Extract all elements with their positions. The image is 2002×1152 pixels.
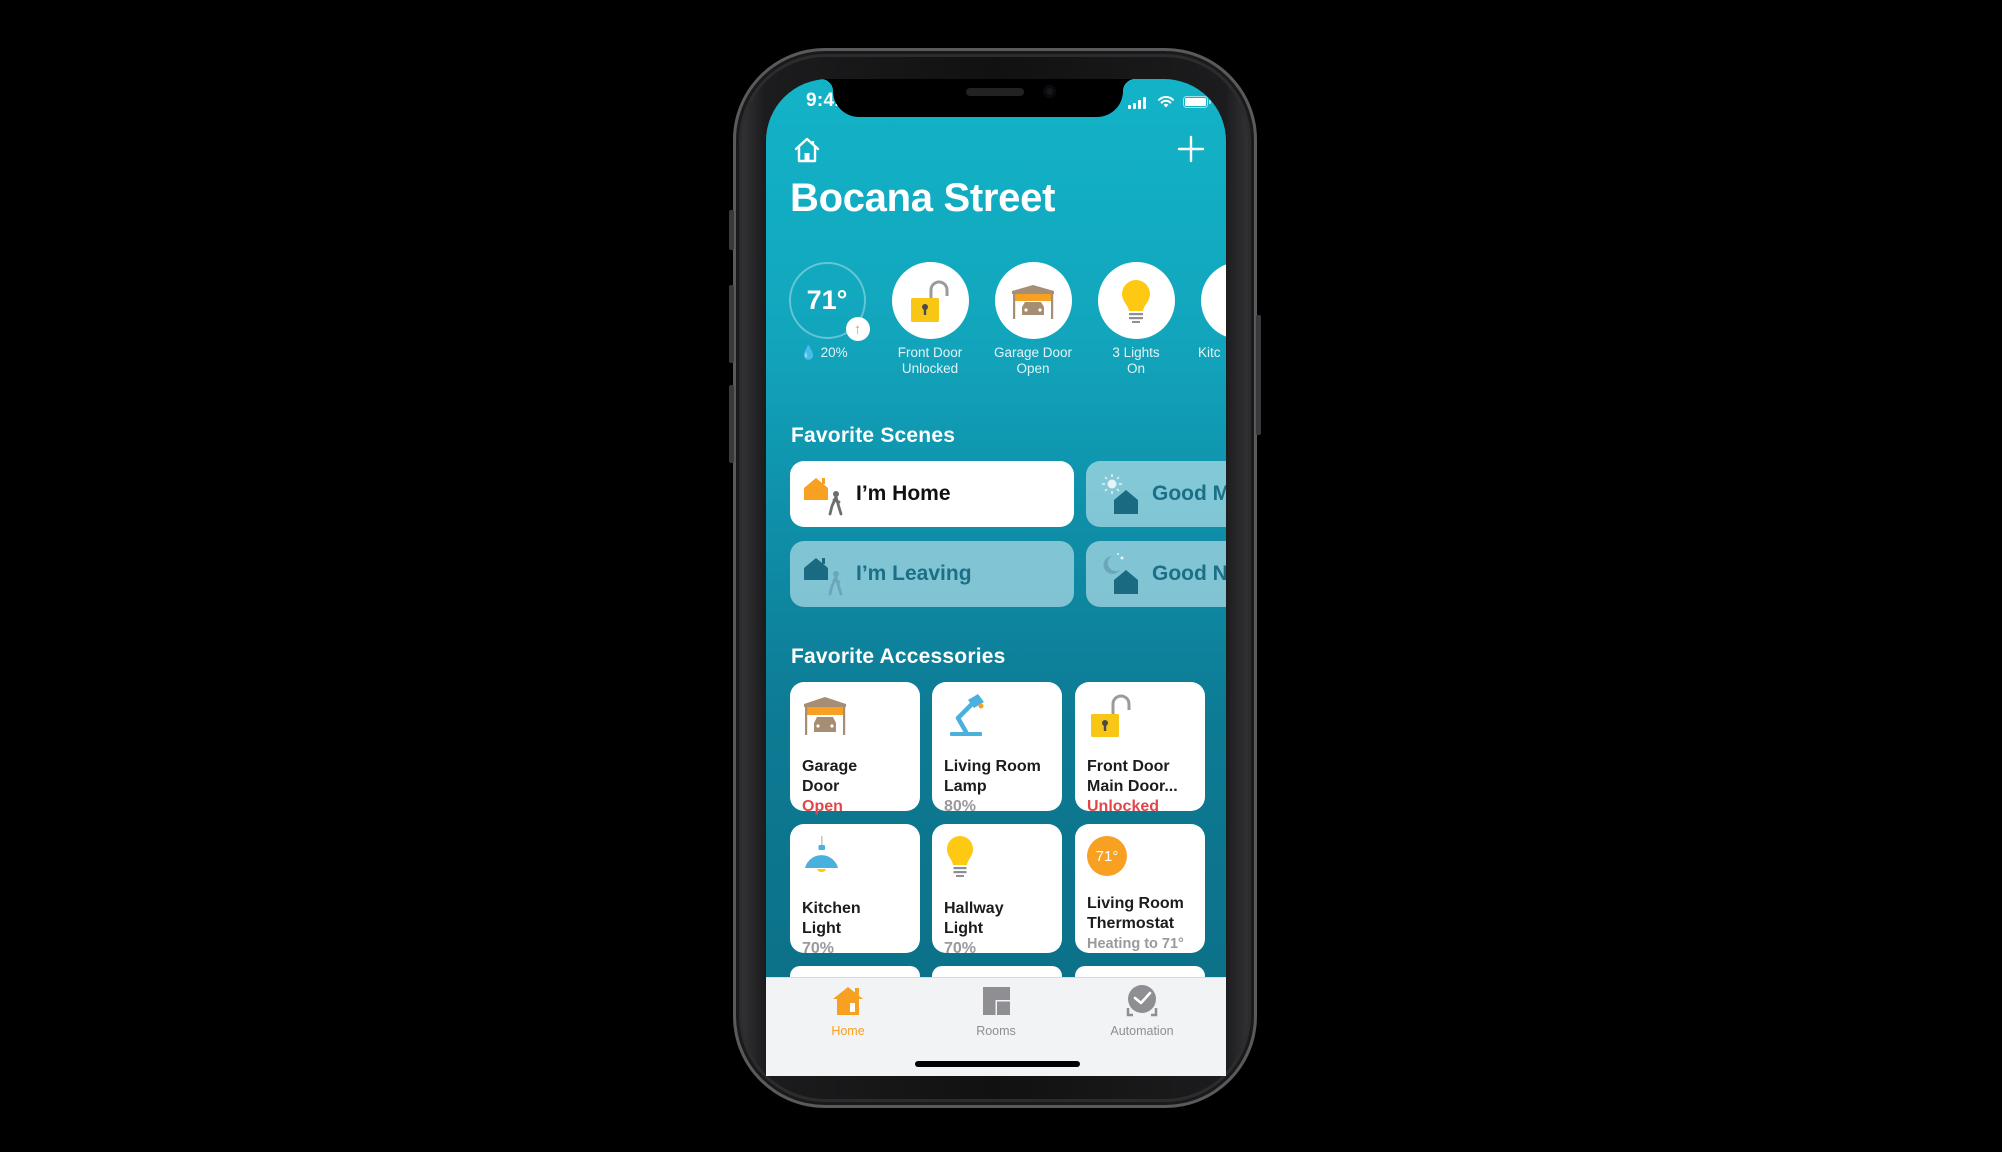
accessory-name: Living Room: [1087, 895, 1184, 912]
accessory-state: 70%: [944, 940, 977, 957]
lights-state: On: [1126, 361, 1145, 376]
accessory-living-room-lamp[interactable]: Living Room Lamp 80%: [932, 682, 1062, 815]
thermostat-temperature: 71°: [806, 285, 848, 315]
pendant-light-icon: [805, 836, 838, 873]
accessory-name: Main Door...: [1087, 778, 1178, 795]
earpiece-speaker: [966, 88, 1024, 96]
lightbulb-icon: [1122, 279, 1150, 323]
front-camera: [1043, 85, 1056, 98]
thermostat-ring: 71° ↑: [788, 262, 870, 341]
volume-down-button: [729, 385, 734, 463]
volume-up-button: [729, 285, 734, 363]
battery-icon: [1183, 96, 1211, 108]
accessory-state: Heating to 71°: [1087, 936, 1184, 952]
accessory-name: Lamp: [944, 778, 987, 795]
scene-good-morning[interactable]: Good M: [1086, 461, 1226, 527]
favorite-scenes-heading: Favorite Scenes: [791, 424, 956, 447]
home-title: Bocana Street: [790, 176, 1056, 220]
status-garage-door[interactable]: Garage Door Open: [981, 262, 1085, 377]
accessory-state: 80%: [944, 798, 977, 815]
tab-automation[interactable]: Automation: [1082, 984, 1202, 1038]
garage-icon: [804, 697, 846, 735]
garage-door-label: Garage Door: [993, 345, 1073, 360]
leaving-home-icon: [804, 558, 843, 596]
notch: [821, 79, 1135, 117]
desk-lamp-icon: [950, 694, 984, 736]
accessory-name: Hallway: [944, 900, 1004, 917]
add-button[interactable]: [1176, 134, 1206, 164]
thermostat-badge-icon: 71°: [1087, 836, 1127, 876]
accessory-garage-door[interactable]: Garage Door Open: [790, 682, 920, 815]
automation-clock-icon: [1126, 985, 1158, 1017]
unlocked-padlock-icon: [1091, 694, 1131, 737]
accessory-name: Kitchen: [802, 900, 861, 917]
accessory-name: Living Room: [944, 758, 1041, 775]
tab-rooms[interactable]: Rooms: [936, 984, 1056, 1038]
accessory-state: Open: [802, 798, 843, 815]
arriving-home-icon: [804, 478, 843, 516]
accessory-name: Light: [802, 920, 842, 937]
scene-label: I’m Home: [856, 482, 951, 505]
accessory-name: Light: [944, 920, 984, 937]
wifi-icon: [1158, 95, 1174, 108]
accessory-hallway-light[interactable]: Hallway Light 70%: [932, 824, 1062, 957]
side-button: [1256, 315, 1261, 435]
rooms-icon: [983, 987, 1010, 1015]
humidity-value: 20%: [820, 345, 848, 360]
accessory-name: Garage: [802, 758, 858, 775]
front-door-state: Unlocked: [901, 361, 959, 376]
accessory-name: Door: [802, 778, 840, 795]
kitchen-status-circle: [1200, 262, 1226, 339]
accessory-front-door[interactable]: Front Door Main Door... Unlocked: [1075, 682, 1205, 815]
scene-im-home[interactable]: I’m Home: [790, 461, 1074, 527]
garage-icon: [1012, 284, 1054, 319]
house-outline-icon[interactable]: [792, 135, 822, 165]
arrow-up-icon: ↑: [845, 317, 870, 341]
mute-switch: [729, 210, 734, 250]
accessory-state: 70%: [802, 940, 835, 957]
cellular-signal-icon: [1128, 97, 1146, 109]
garage-door-state: Open: [1016, 361, 1050, 376]
status-kitchen-clipped[interactable]: Kitc: [1187, 262, 1226, 372]
accessory-state: Unlocked: [1087, 798, 1160, 815]
home-filled-icon: [833, 987, 863, 1015]
accessory-name: Front Door: [1087, 758, 1170, 775]
scene-label: Good M: [1152, 482, 1226, 505]
tab-label: Automation: [1110, 1024, 1174, 1038]
status-front-door[interactable]: Front Door Unlocked: [878, 262, 982, 377]
scene-im-leaving[interactable]: I’m Leaving: [790, 541, 1074, 607]
lights-label: 3 Lights: [1112, 345, 1160, 360]
kitchen-label: Kitc: [1198, 345, 1221, 360]
favorite-accessories-heading: Favorite Accessories: [791, 645, 1006, 668]
tab-home[interactable]: Home: [788, 984, 908, 1038]
status-thermostat[interactable]: 71° ↑ 💧 20%: [775, 262, 879, 361]
accessory-name: Thermostat: [1087, 915, 1175, 932]
tab-label: Rooms: [976, 1024, 1016, 1038]
night-home-icon: [1103, 553, 1138, 594]
accessory-living-room-thermostat[interactable]: 71° Living Room Thermostat Heating to 71…: [1075, 824, 1205, 953]
front-door-label: Front Door: [897, 345, 963, 360]
scene-label: Good N: [1152, 562, 1226, 585]
tab-label: Home: [831, 1024, 865, 1038]
scene-label: I’m Leaving: [856, 562, 972, 585]
morning-home-icon: [1102, 474, 1138, 514]
unlocked-padlock-icon: [911, 280, 949, 322]
water-drop-icon: 💧: [800, 345, 817, 360]
scene-good-night[interactable]: Good N: [1086, 541, 1226, 607]
home-indicator[interactable]: [915, 1061, 1080, 1067]
accessory-kitchen-light[interactable]: Kitchen Light 70%: [790, 824, 920, 957]
status-lights[interactable]: 3 Lights On: [1084, 262, 1188, 377]
lightbulb-icon: [947, 836, 973, 877]
